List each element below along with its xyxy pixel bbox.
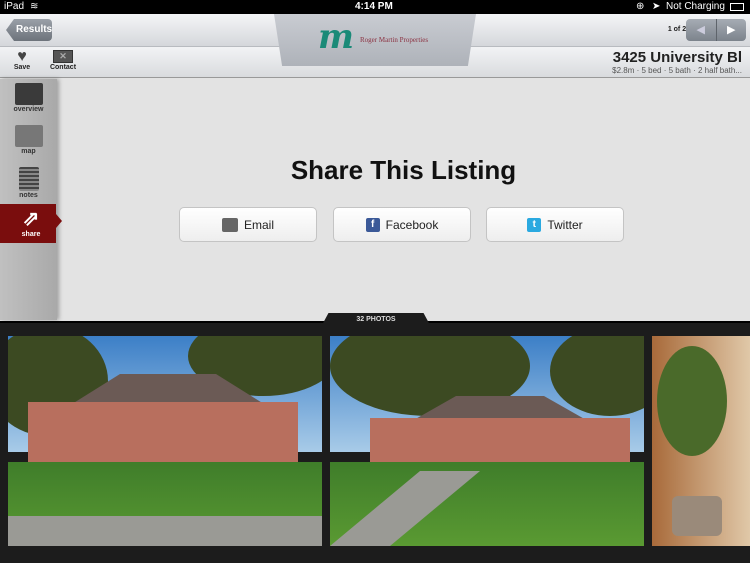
photo-count-tab[interactable]: 32 PHOTOS	[322, 313, 430, 325]
battery-status: Not Charging	[666, 1, 725, 12]
sidebar-item-map[interactable]: map	[0, 125, 57, 155]
share-twitter-button[interactable]: t Twitter	[486, 207, 624, 242]
save-button[interactable]: ♥ Save	[8, 48, 36, 72]
sidebar-label: notes	[19, 192, 38, 199]
device-label: iPad	[4, 1, 25, 12]
status-bar: iPad ≋ 4:14 PM ⊕ ➤ Not Charging	[0, 0, 750, 14]
brand-name: Roger Martin Properties	[360, 36, 429, 44]
share-email-button[interactable]: Email	[179, 207, 317, 242]
sidebar-item-overview[interactable]: overview	[0, 83, 57, 113]
contact-button[interactable]: ✕ Contact	[48, 50, 78, 71]
photo-thumbnail[interactable]	[652, 336, 750, 546]
battery-icon	[730, 3, 744, 11]
clock: 4:14 PM	[355, 1, 393, 12]
listing-summary: $2.8m · 5 bed · 5 bath · 2 half bath...	[612, 66, 742, 75]
photo-thumbnail[interactable]	[330, 336, 644, 546]
envelope-icon: ✕	[53, 50, 73, 63]
share-facebook-button[interactable]: f Facebook	[333, 207, 471, 242]
page-title: Share This Listing	[290, 155, 517, 185]
rotation-lock-icon: ⊕	[636, 1, 645, 12]
notes-icon	[18, 167, 39, 191]
sidebar-item-notes[interactable]: notes	[0, 167, 57, 199]
location-icon: ➤	[652, 1, 661, 12]
overview-icon	[14, 83, 43, 105]
envelope-icon	[221, 217, 238, 232]
map-icon	[14, 125, 43, 147]
contact-label: Contact	[49, 64, 77, 71]
photo-thumbnail[interactable]	[8, 336, 322, 546]
results-back-button[interactable]: Results	[6, 19, 52, 41]
button-label: Facebook	[385, 217, 439, 232]
button-label: Email	[243, 217, 274, 232]
prev-listing-button[interactable]: ◀	[686, 19, 717, 41]
next-listing-button[interactable]: ▶	[717, 19, 747, 41]
sidebar-label: overview	[13, 106, 44, 113]
heart-icon: ♥	[17, 48, 27, 65]
wifi-icon: ≋	[30, 1, 39, 12]
facebook-icon: f	[365, 217, 380, 232]
twitter-icon: t	[527, 217, 542, 232]
brand-logo: m	[318, 17, 354, 57]
save-label: Save	[13, 64, 31, 71]
share-icon: ⇗	[22, 208, 40, 230]
listing-nav: ◀ ▶	[686, 19, 746, 41]
listing-address: 3425 University Bl	[612, 49, 742, 66]
sidebar-label: share	[21, 231, 41, 238]
sidebar-item-share[interactable]: ⇗ share	[0, 204, 62, 243]
sidebar: overview map notes ⇗ share	[0, 79, 62, 320]
button-label: Twitter	[547, 217, 583, 232]
sidebar-label: map	[21, 148, 36, 155]
